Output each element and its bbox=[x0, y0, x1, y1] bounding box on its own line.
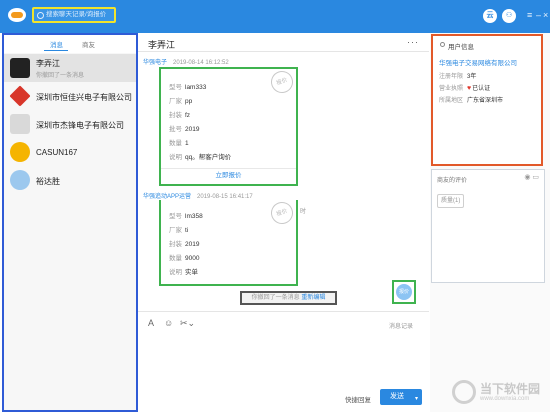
message-meta: 华强电子 2019-08-14 16:12:52 bbox=[143, 57, 229, 66]
message-time: 2019-08-14 16:12:52 bbox=[173, 60, 229, 66]
card-field: 封装 fz bbox=[169, 112, 191, 119]
verified-icon: ♥ bbox=[467, 85, 472, 92]
user-center-icon[interactable]: ⚇ bbox=[502, 9, 516, 23]
my-avatar: 报价 bbox=[392, 280, 416, 304]
review-box: 商友的评价 ◉ ▭ 质量(1) bbox=[431, 169, 545, 283]
chat-title: 李弄江 bbox=[148, 40, 176, 50]
send-label: 发送 bbox=[390, 393, 404, 400]
user-info-box: 用户信息 华强电子交易网络有限公司 注册年限 3年 营业执照 ♥已认证 所属地区 广东… bbox=[431, 34, 543, 166]
message-sender: 华强电子 bbox=[143, 60, 168, 66]
inquiry-card: 报价 型号 lm358 厂家 ti 封装 2019 数量 9000 说明 实单 bbox=[159, 198, 298, 286]
conversation-tabs: 消息 商友 bbox=[4, 35, 136, 53]
screenshot-icon[interactable]: ✂⌄ bbox=[180, 318, 195, 329]
card-field: 批号 2019 bbox=[169, 126, 200, 133]
contact-name: 深圳市恒佳兴电子有限公司 bbox=[36, 93, 132, 102]
avatar bbox=[10, 170, 30, 190]
quote-stamp: 报价 bbox=[267, 198, 297, 228]
avatar bbox=[10, 142, 30, 162]
card-field: 说明 实单 bbox=[169, 269, 198, 276]
watermark-url: www.downxia.com bbox=[480, 396, 530, 402]
recall-notice: 你撤回了一条消息 重新编辑 bbox=[240, 291, 337, 305]
info-row: 注册年限 3年 bbox=[439, 74, 477, 80]
search-input[interactable]: 搜索聊天记录/询报价 bbox=[32, 7, 116, 23]
conversation-item[interactable]: 李弄江 你撤回了一条消息 bbox=[4, 54, 136, 82]
app-logo bbox=[8, 8, 26, 22]
inquiry-card: 报价 型号 lam333 厂家 pp 封装 fz 批号 2019 数量 1 说明 qq。帮客… bbox=[159, 67, 298, 186]
conversation-item[interactable]: 裕达胜 bbox=[4, 166, 136, 194]
card-field: 说明 qq。帮客户询价 bbox=[169, 154, 232, 161]
tab-messages[interactable]: 消息 bbox=[50, 39, 63, 49]
contact-name: 李弄江 bbox=[36, 59, 60, 68]
info-panel: 用户信息 华强电子交易网络有限公司 注册年限 3年 营业执照 ♥已认证 所属地区 广东… bbox=[430, 33, 550, 412]
title-bar: 搜索聊天记录/询报价 云 ⚇ ≡ – × bbox=[0, 0, 550, 33]
quick-reply-button[interactable]: 快捷回复 bbox=[345, 394, 371, 404]
watermark-title: 当下软件园 bbox=[480, 382, 541, 396]
contact-name: 深圳市杰锋电子有限公司 bbox=[36, 121, 124, 130]
input-divider bbox=[138, 311, 429, 312]
last-message: 你撤回了一条消息 bbox=[36, 73, 85, 79]
user-icon bbox=[440, 42, 445, 47]
emoji-icon[interactable]: ☺ bbox=[164, 318, 173, 328]
info-row: 营业执照 ♥已认证 bbox=[439, 85, 491, 92]
conversation-item[interactable]: CASUN167 bbox=[4, 138, 136, 166]
conversation-item[interactable]: 深圳市杰锋电子有限公司 bbox=[4, 110, 136, 138]
company-name[interactable]: 华强电子交易网络有限公司 bbox=[439, 57, 517, 67]
send-button[interactable]: 发送 ▾ bbox=[380, 389, 422, 405]
re-edit-link[interactable]: 重新编辑 bbox=[301, 295, 325, 301]
message-meta: 华强追动APP运营 2019-08-15 16:41:17 bbox=[143, 191, 253, 200]
contact-name: CASUN167 bbox=[36, 148, 78, 157]
card-field: 型号 lm358 bbox=[169, 213, 203, 220]
review-tag[interactable]: 质量(1) bbox=[437, 194, 465, 208]
card-field: 封装 2019 bbox=[169, 241, 200, 248]
quote-stamp: 报价 bbox=[267, 67, 297, 97]
recall-text: 你撤回了一条消息 bbox=[251, 295, 300, 301]
avatar bbox=[10, 58, 30, 78]
quote-now-button[interactable]: 立即报价 bbox=[161, 168, 296, 183]
card-field: 数量 9000 bbox=[169, 255, 200, 262]
partial-time-label: 时 bbox=[300, 209, 307, 215]
chat-panel: 李弄江 ··· 华强电子 2019-08-14 16:12:52 报价 型号 lam… bbox=[138, 33, 429, 412]
review-view-icons[interactable]: ◉ ▭ bbox=[524, 173, 539, 181]
close-icon[interactable]: × bbox=[543, 9, 548, 21]
info-row: 所属地区 广东省深圳市 bbox=[439, 98, 504, 104]
tab-contacts[interactable]: 商友 bbox=[82, 39, 95, 49]
user-info-title: 用户信息 bbox=[440, 41, 474, 51]
card-field: 厂家 ti bbox=[169, 227, 189, 234]
card-field: 厂家 pp bbox=[169, 98, 193, 105]
card-field: 型号 lam333 bbox=[169, 84, 207, 91]
review-title: 商友的评价 bbox=[437, 178, 468, 184]
message-history-link[interactable]: 消息记录 bbox=[389, 321, 413, 330]
search-icon bbox=[37, 12, 44, 19]
more-options-button[interactable]: ··· bbox=[407, 37, 419, 47]
font-icon[interactable]: A bbox=[148, 318, 154, 328]
search-placeholder: 搜索聊天记录/询报价 bbox=[46, 11, 107, 18]
conversation-panel: 消息 商友 李弄江 你撤回了一条消息 深圳市恒佳兴电子有限公司 深圳市杰锋电子有… bbox=[2, 33, 138, 412]
card-field: 数量 1 bbox=[169, 140, 189, 147]
avatar bbox=[10, 114, 30, 134]
divider bbox=[138, 51, 429, 52]
cloud-icon[interactable]: 云 bbox=[483, 9, 497, 23]
chevron-down-icon[interactable]: ▾ bbox=[415, 391, 418, 407]
avatar bbox=[9, 85, 31, 107]
contact-name: 裕达胜 bbox=[36, 177, 60, 186]
conversation-item[interactable]: 深圳市恒佳兴电子有限公司 bbox=[4, 82, 136, 110]
minimize-icon[interactable]: – bbox=[536, 9, 541, 21]
menu-icon[interactable]: ≡ bbox=[527, 9, 532, 21]
watermark-logo-icon bbox=[452, 380, 476, 404]
watermark: 当下软件园 www.downxia.com bbox=[452, 378, 547, 416]
active-tab-indicator bbox=[44, 50, 68, 51]
